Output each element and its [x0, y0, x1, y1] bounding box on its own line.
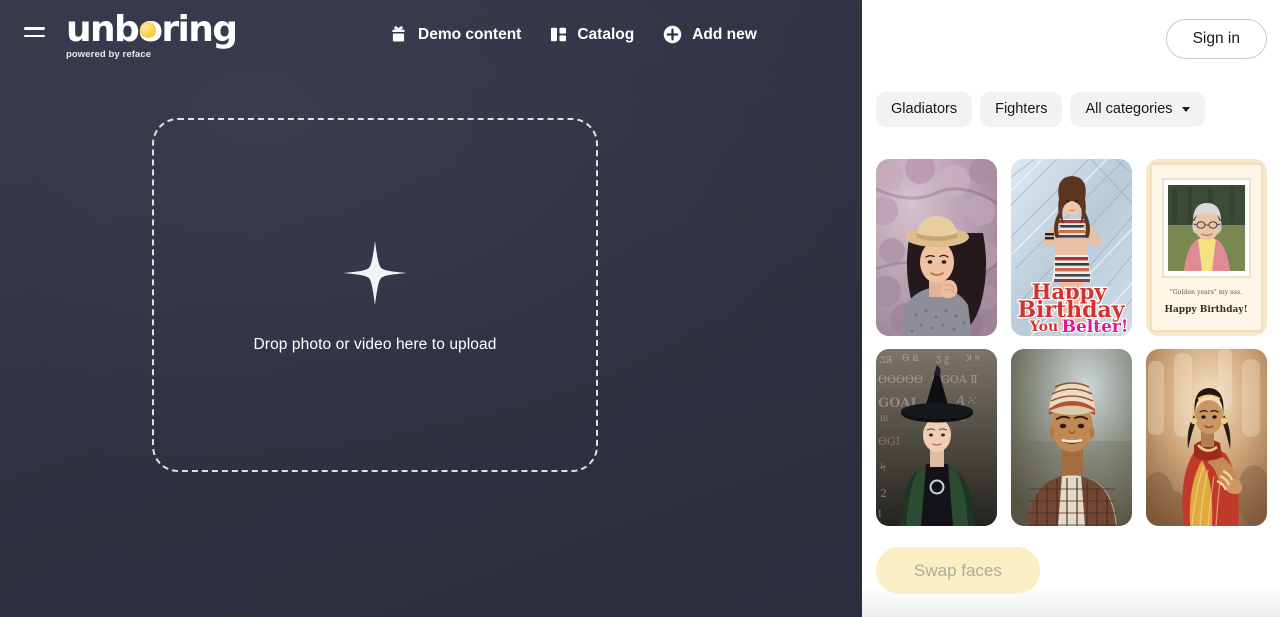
- hamburger-line: [24, 34, 45, 37]
- svg-text:ϴGⅠ: ϴGⅠ: [878, 435, 900, 448]
- nav-item-add-new[interactable]: Add new: [662, 24, 757, 45]
- svg-text:Belter!: Belter!: [1062, 317, 1129, 336]
- catalog-item-witch-professor-in-black-hat[interactable]: ƷЯ ϴ ꓭ Ʒ Ꙃ ꓘ Ϟ ϴϴϴϴϴ ϴGOA Ⅱ GOAL A⁙ ⅠⅠⅠ …: [876, 349, 997, 526]
- brand-name: unboring: [66, 9, 238, 50]
- chip-label: Fighters: [995, 101, 1048, 117]
- svg-text:Happy Birthday!: Happy Birthday!: [1164, 305, 1247, 315]
- nav-label: Add new: [692, 25, 757, 43]
- plus-icon: [339, 237, 411, 314]
- filter-chip-gladiators[interactable]: Gladiators: [876, 92, 973, 127]
- swap-faces-button[interactable]: Swap faces: [876, 547, 1040, 594]
- catalog-item-dancer-in-golden-saree[interactable]: [1146, 349, 1267, 526]
- nav-item-demo-content[interactable]: Demo content: [388, 24, 521, 45]
- nav-label: Demo content: [418, 25, 522, 43]
- editor-panel: unboring powered by reface Demo content: [0, 0, 862, 617]
- chip-label: All categories: [1085, 101, 1173, 117]
- filter-chip-all-categories[interactable]: All categories: [1070, 92, 1205, 127]
- sign-in-button[interactable]: Sign in: [1165, 19, 1267, 59]
- catalog-item-young-man-with-turban-smiling[interactable]: [1011, 349, 1132, 526]
- svg-text:ꓘ Ϟ: ꓘ Ϟ: [965, 354, 980, 364]
- svg-text:Ʒ Ꙃ: Ʒ Ꙃ: [936, 356, 949, 366]
- filter-chip-fighters[interactable]: Fighters: [980, 92, 1063, 127]
- category-filter-bar: Gladiators Fighters All categories: [876, 92, 1205, 127]
- brand-logo[interactable]: unboring powered by reface: [66, 9, 238, 61]
- svg-text:You: You: [1029, 319, 1058, 335]
- hamburger-icon[interactable]: [24, 27, 45, 40]
- top-bar: unboring powered by reface Demo content: [0, 0, 862, 72]
- catalog-grid: Happy Birthday You Belter! "Golden years…: [876, 159, 1280, 526]
- catalog-item-golden-years-birthday-card[interactable]: "Golden years" my ass. Happy Birthday!: [1146, 159, 1267, 336]
- nav-label: Catalog: [577, 25, 635, 43]
- svg-text:ϴϴϴϴϴ: ϴϴϴϴϴ: [878, 373, 923, 386]
- svg-text:Ⅰ: Ⅰ: [878, 510, 882, 520]
- catalog-panel: Sign in Gladiators Fighters All categori…: [862, 0, 1280, 617]
- catalog-item-happy-birthday-you-belter-card[interactable]: Happy Birthday You Belter!: [1011, 159, 1132, 336]
- thumb-caption: "Golden years" my ass.: [1170, 289, 1242, 296]
- nav-item-catalog[interactable]: Catalog: [549, 25, 634, 44]
- hamburger-line: [24, 27, 45, 30]
- app-root: unboring powered by reface Demo content: [0, 0, 1280, 617]
- plus-circle-icon: [662, 24, 683, 45]
- dropzone-label: Drop photo or video here to upload: [253, 335, 497, 353]
- catalog-item-woman-in-straw-hat-cherry-blossom[interactable]: [876, 159, 997, 336]
- chevron-down-icon: [1181, 106, 1190, 112]
- account-bar: Sign in: [862, 0, 1280, 78]
- gift-icon: [388, 24, 409, 45]
- brand-tagline: powered by reface: [66, 49, 152, 60]
- swap-action-bar: Swap faces: [876, 547, 1040, 594]
- svg-text:2: 2: [880, 487, 887, 500]
- chip-label: Gladiators: [891, 101, 958, 117]
- svg-text:ƷЯ: ƷЯ: [880, 356, 892, 366]
- svg-text:ϴ ꓭ: ϴ ꓭ: [902, 354, 918, 364]
- main-nav: Demo content Catalog Add new: [388, 24, 757, 45]
- catalog-grid-icon: [549, 25, 568, 44]
- svg-text:Ϟ: Ϟ: [880, 463, 886, 474]
- upload-dropzone[interactable]: Drop photo or video here to upload: [152, 118, 598, 472]
- svg-text:ⅠⅠⅠ: ⅠⅠⅠ: [880, 415, 889, 423]
